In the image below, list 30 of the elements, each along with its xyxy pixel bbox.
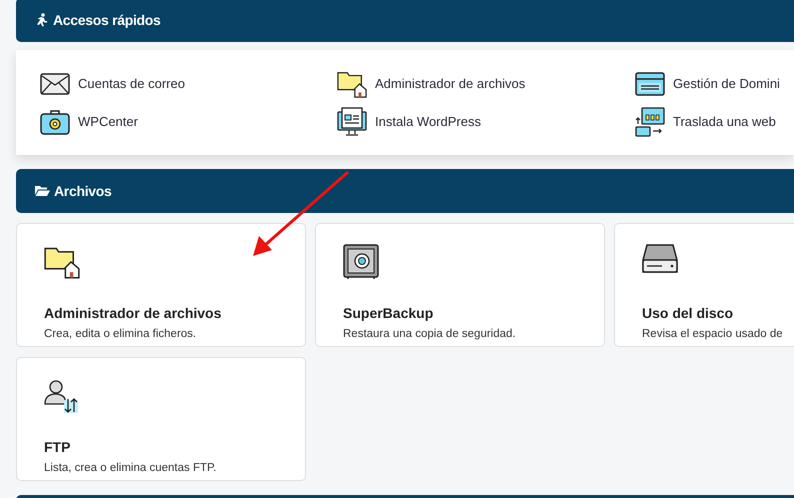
toolbox-gear-icon <box>40 108 70 134</box>
window-transfer-icon <box>635 106 665 136</box>
tool-card[interactable]: SuperBackup Restaura una copia de seguridad. <box>315 223 605 347</box>
hard-drive-icon <box>642 244 678 274</box>
tool-card[interactable]: Uso del disco Revisa el espacio usado de <box>614 223 794 347</box>
envelope-icon <box>40 72 70 94</box>
tool-card[interactable]: Administrador de archivos Crea, edita o elimina ficheros. <box>16 223 306 347</box>
safe-icon <box>343 244 379 280</box>
browser-window-icon <box>635 72 665 96</box>
quick-access-link[interactable]: Cuentas de correo <box>40 68 337 98</box>
quick-access-link[interactable]: Administrador de archivos <box>337 68 635 98</box>
card-description: Revisa el espacio usado de <box>642 327 784 342</box>
section-title: Archivos <box>54 182 112 200</box>
tool-card[interactable]: FTP Lista, crea o elimina cuentas FTP. <box>16 357 306 481</box>
card-title: SuperBackup <box>343 304 434 323</box>
user-arrows-icon <box>44 378 80 414</box>
running-person-icon <box>35 13 49 27</box>
quick-access-link[interactable]: Gestión de Domini <box>635 68 794 98</box>
card-description: Crea, edita o elimina ficheros. <box>44 327 198 342</box>
quick-access-link[interactable]: Traslada una web <box>635 106 794 136</box>
monitor-webpage-icon <box>337 106 367 136</box>
card-title: Uso del disco <box>642 304 734 323</box>
card-title: FTP <box>44 438 72 457</box>
card-title: Administrador de archivos <box>44 304 222 323</box>
quick-access-link[interactable]: Instala WordPress <box>337 106 635 136</box>
section-title: Accesos rápidos <box>53 10 161 30</box>
quick-access-link[interactable]: WPCenter <box>40 106 337 136</box>
open-folder-icon <box>35 185 50 197</box>
card-description: Restaura una copia de seguridad. <box>343 327 517 342</box>
card-description: Lista, crea o elimina cuentas FTP. <box>44 461 218 476</box>
